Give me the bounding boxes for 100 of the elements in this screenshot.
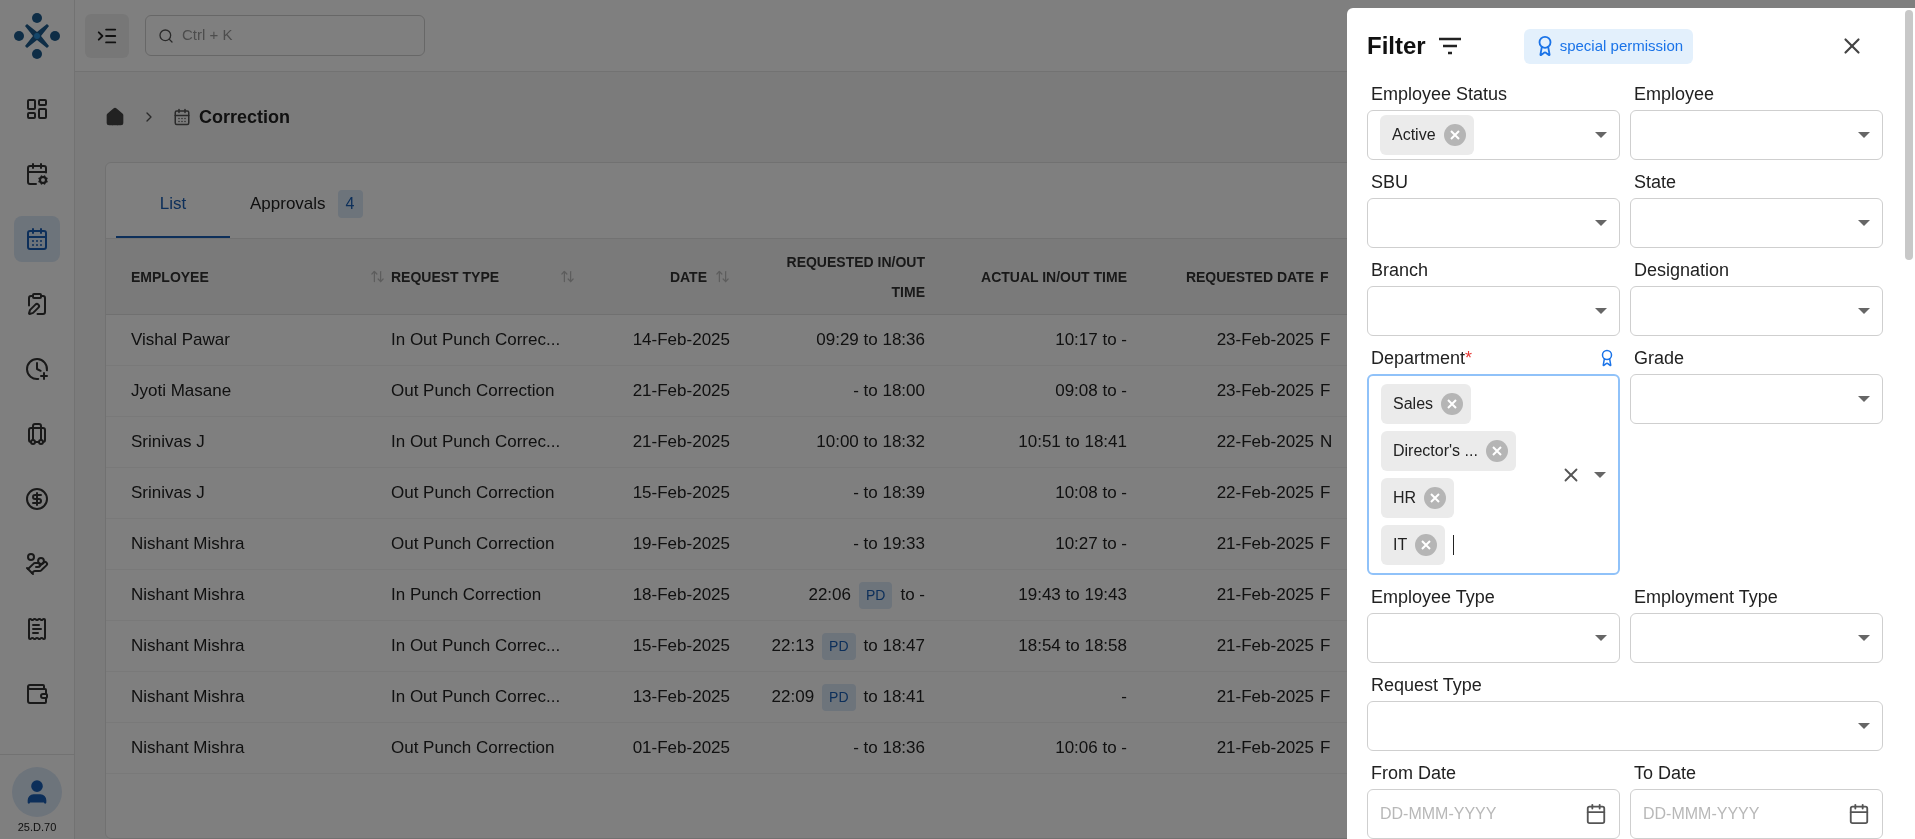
table-cell-text: 18:54 to 18:58 xyxy=(1018,635,1127,658)
dashboard-icon xyxy=(25,97,49,121)
column-header[interactable]: REQUESTED DATE xyxy=(1185,261,1314,292)
menu-toggle-button[interactable] xyxy=(85,13,129,58)
scrollbar[interactable] xyxy=(1905,10,1913,260)
table-cell-text: - xyxy=(1121,686,1127,709)
column-header[interactable]: REQUEST TYPE xyxy=(391,261,500,292)
column-header[interactable]: REQUESTED IN/OUT TIME xyxy=(775,246,925,307)
field-label: Employee Type xyxy=(1371,585,1495,609)
table-cell-text: 21-Feb-2025 xyxy=(1216,584,1314,607)
table-cell-text: Out Punch Correction xyxy=(391,533,555,556)
remove-chip-icon[interactable] xyxy=(1424,487,1447,509)
table-cell-text: 14-Feb-2025 xyxy=(632,329,730,352)
date-field[interactable]: DD-MMM-YYYY xyxy=(1367,789,1620,839)
wallet-icon xyxy=(25,682,49,706)
table-cell-text: In Out Punch Correc... xyxy=(391,686,561,709)
avatar[interactable] xyxy=(12,766,62,817)
table-cell-text: 21-Feb-2025 xyxy=(1216,686,1314,709)
page-title: Correction xyxy=(199,105,290,129)
field-label: Branch xyxy=(1371,258,1429,282)
remove-chip-icon[interactable] xyxy=(1441,393,1464,415)
calendar-gear-icon xyxy=(25,162,49,186)
count-badge: 4 xyxy=(337,190,363,218)
table-cell-text: to 18:41 xyxy=(863,686,925,709)
dropdown-caret-icon xyxy=(1858,635,1870,641)
dropdown-caret-icon xyxy=(1858,132,1870,138)
dropdown-caret-icon xyxy=(1858,308,1870,314)
table-cell-text: 22-Feb-2025 xyxy=(1216,482,1314,505)
column-header[interactable]: DATE xyxy=(669,261,707,292)
table-cell-text: 18-Feb-2025 xyxy=(632,584,730,607)
sidebar-item[interactable] xyxy=(14,216,60,262)
field-label: Employee xyxy=(1634,82,1715,106)
chip[interactable]: Director's ... xyxy=(1381,431,1516,471)
home-icon[interactable] xyxy=(105,107,125,127)
select-field[interactable] xyxy=(1367,701,1883,751)
receipt-icon xyxy=(25,617,49,641)
select-field[interactable]: Sales Director's ... HR IT xyxy=(1367,374,1620,575)
date-field[interactable]: DD-MMM-YYYY xyxy=(1630,789,1883,839)
table-cell-text: F xyxy=(1320,533,1331,556)
select-field[interactable] xyxy=(1367,613,1620,663)
search-icon xyxy=(158,27,174,44)
table-cell-text: 21-Feb-2025 xyxy=(632,431,730,454)
select-field[interactable] xyxy=(1367,198,1620,248)
permission-badge: special permission xyxy=(1523,28,1694,64)
calendar-icon xyxy=(173,108,191,126)
table-cell-text: Jyoti Masane xyxy=(131,380,232,403)
date-input[interactable]: DD-MMM-YYYY xyxy=(1643,802,1848,826)
select-field[interactable] xyxy=(1630,198,1883,248)
table-cell-text: Srinivas J xyxy=(131,431,205,454)
table-cell-text: - to 19:33 xyxy=(853,533,925,556)
calendar-icon[interactable] xyxy=(1585,803,1607,825)
table-cell-text: - to 18:39 xyxy=(853,482,925,505)
calendar-icon xyxy=(25,227,49,251)
remove-chip-icon[interactable] xyxy=(1415,534,1438,556)
logo-icon xyxy=(13,12,61,60)
table-cell-text: In Out Punch Correc... xyxy=(391,431,561,454)
dropdown-caret-icon xyxy=(1858,396,1870,402)
dropdown-caret-icon xyxy=(1595,308,1607,314)
column-header[interactable]: F xyxy=(1320,261,1329,292)
clipboard-icon xyxy=(25,292,49,316)
table-cell-text: 22:13 xyxy=(771,635,815,658)
remove-chip-icon[interactable] xyxy=(1443,124,1466,146)
select-field[interactable] xyxy=(1630,613,1883,663)
dropdown-caret-icon xyxy=(1858,220,1870,226)
table-cell-text: Srinivas J xyxy=(131,482,205,505)
select-field[interactable]: Active xyxy=(1367,110,1620,160)
table-cell-text: 23-Feb-2025 xyxy=(1216,380,1314,403)
dropdown-caret-icon xyxy=(1595,132,1607,138)
table-cell-text: 22-Feb-2025 xyxy=(1216,431,1314,454)
table-cell-text: 09:29 to 18:36 xyxy=(816,329,925,352)
select-field[interactable] xyxy=(1630,110,1883,160)
table-cell-text: Out Punch Correction xyxy=(391,737,555,760)
table-cell-text: 22:06 xyxy=(808,584,851,607)
table-cell-text: - to 18:00 xyxy=(853,380,925,403)
dropdown-caret-icon xyxy=(1858,723,1870,729)
table-cell-text: 21-Feb-2025 xyxy=(1216,737,1314,760)
chip[interactable]: Active xyxy=(1380,115,1474,155)
select-field[interactable] xyxy=(1630,374,1883,424)
field-label: From Date xyxy=(1371,761,1457,785)
hand-coins-icon xyxy=(25,552,49,576)
table-cell-text: Nishant Mishra xyxy=(131,533,245,556)
remove-chip-icon[interactable] xyxy=(1485,440,1508,462)
column-header[interactable]: ACTUAL IN/OUT TIME xyxy=(981,261,1127,292)
status-badge: PD xyxy=(822,683,856,711)
chip[interactable]: Sales xyxy=(1381,384,1472,424)
table-cell-text: 21-Feb-2025 xyxy=(1216,635,1314,658)
select-field[interactable] xyxy=(1367,286,1620,336)
chip[interactable]: IT xyxy=(1381,525,1446,565)
clock-plus-icon xyxy=(25,357,49,381)
chip[interactable]: HR xyxy=(1381,478,1455,518)
date-input[interactable]: DD-MMM-YYYY xyxy=(1380,802,1585,826)
table-cell-text: 10:00 to 18:32 xyxy=(816,431,925,454)
field-label: State xyxy=(1634,170,1677,194)
tab[interactable]: Approvals 4 xyxy=(230,172,383,238)
table-cell-text: Nishant Mishra xyxy=(131,584,245,607)
panel-title: Filter xyxy=(1367,31,1426,61)
select-field[interactable] xyxy=(1630,286,1883,336)
column-header[interactable]: EMPLOYEE xyxy=(131,261,209,292)
table-cell-text: F xyxy=(1320,329,1331,352)
calendar-icon[interactable] xyxy=(1848,803,1870,825)
